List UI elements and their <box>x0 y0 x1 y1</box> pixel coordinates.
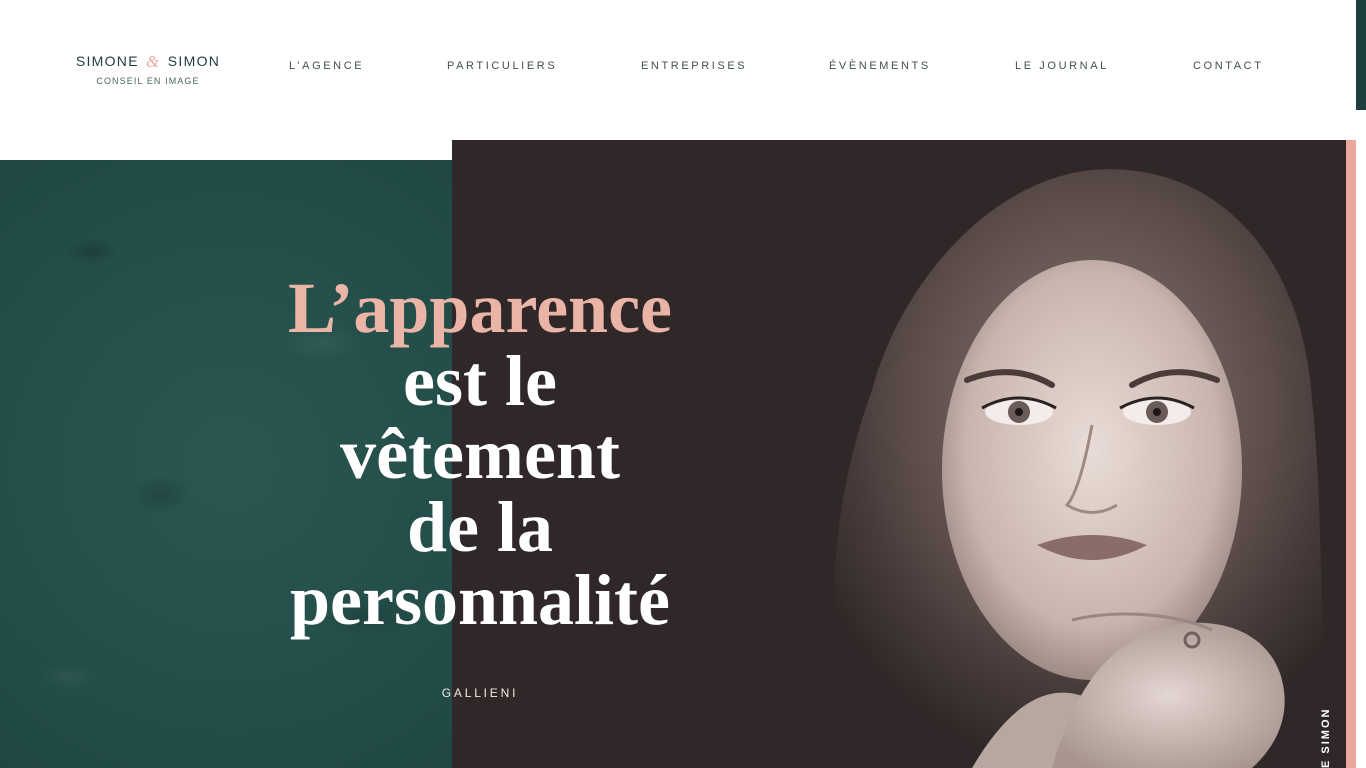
quote-line-3: vêtement <box>340 414 620 494</box>
nav-contact[interactable]: CONTACT <box>1193 60 1264 72</box>
nav-evenements[interactable]: ÉVÈNEMENTS <box>829 60 931 72</box>
page: E SIMON L’apparence est le vêtement de l… <box>0 0 1366 768</box>
nav-entreprises[interactable]: ENTREPRISES <box>641 60 747 72</box>
nav-agence[interactable]: L’AGENCE <box>289 60 364 72</box>
scrollbar-thumb[interactable] <box>1356 0 1366 110</box>
quote-line-1: L’apparence <box>287 268 673 348</box>
site-header: SIMONE & SIMON CONSEIL EN IMAGE L’AGENCE… <box>0 0 1356 140</box>
nav-particuliers[interactable]: PARTICULIERS <box>447 60 557 72</box>
pink-edge-accent <box>1346 140 1356 768</box>
scrollbar-track[interactable] <box>1356 0 1366 768</box>
quote-author: GALLIENI <box>441 686 519 700</box>
logo-tagline: CONSEIL EN IMAGE <box>96 76 200 86</box>
vertical-caption: E SIMON <box>1320 707 1332 768</box>
main-nav: L’AGENCE PARTICULIERS ENTREPRISES ÉVÈNEM… <box>0 60 1356 76</box>
quote-line-5: personnalité <box>289 560 670 640</box>
quote-line-2: est le <box>403 341 557 421</box>
nav-journal[interactable]: LE JOURNAL <box>1015 60 1109 72</box>
hero-quote: L’apparence est le vêtement de la person… <box>230 272 730 637</box>
quote-line-4: de la <box>406 487 553 567</box>
